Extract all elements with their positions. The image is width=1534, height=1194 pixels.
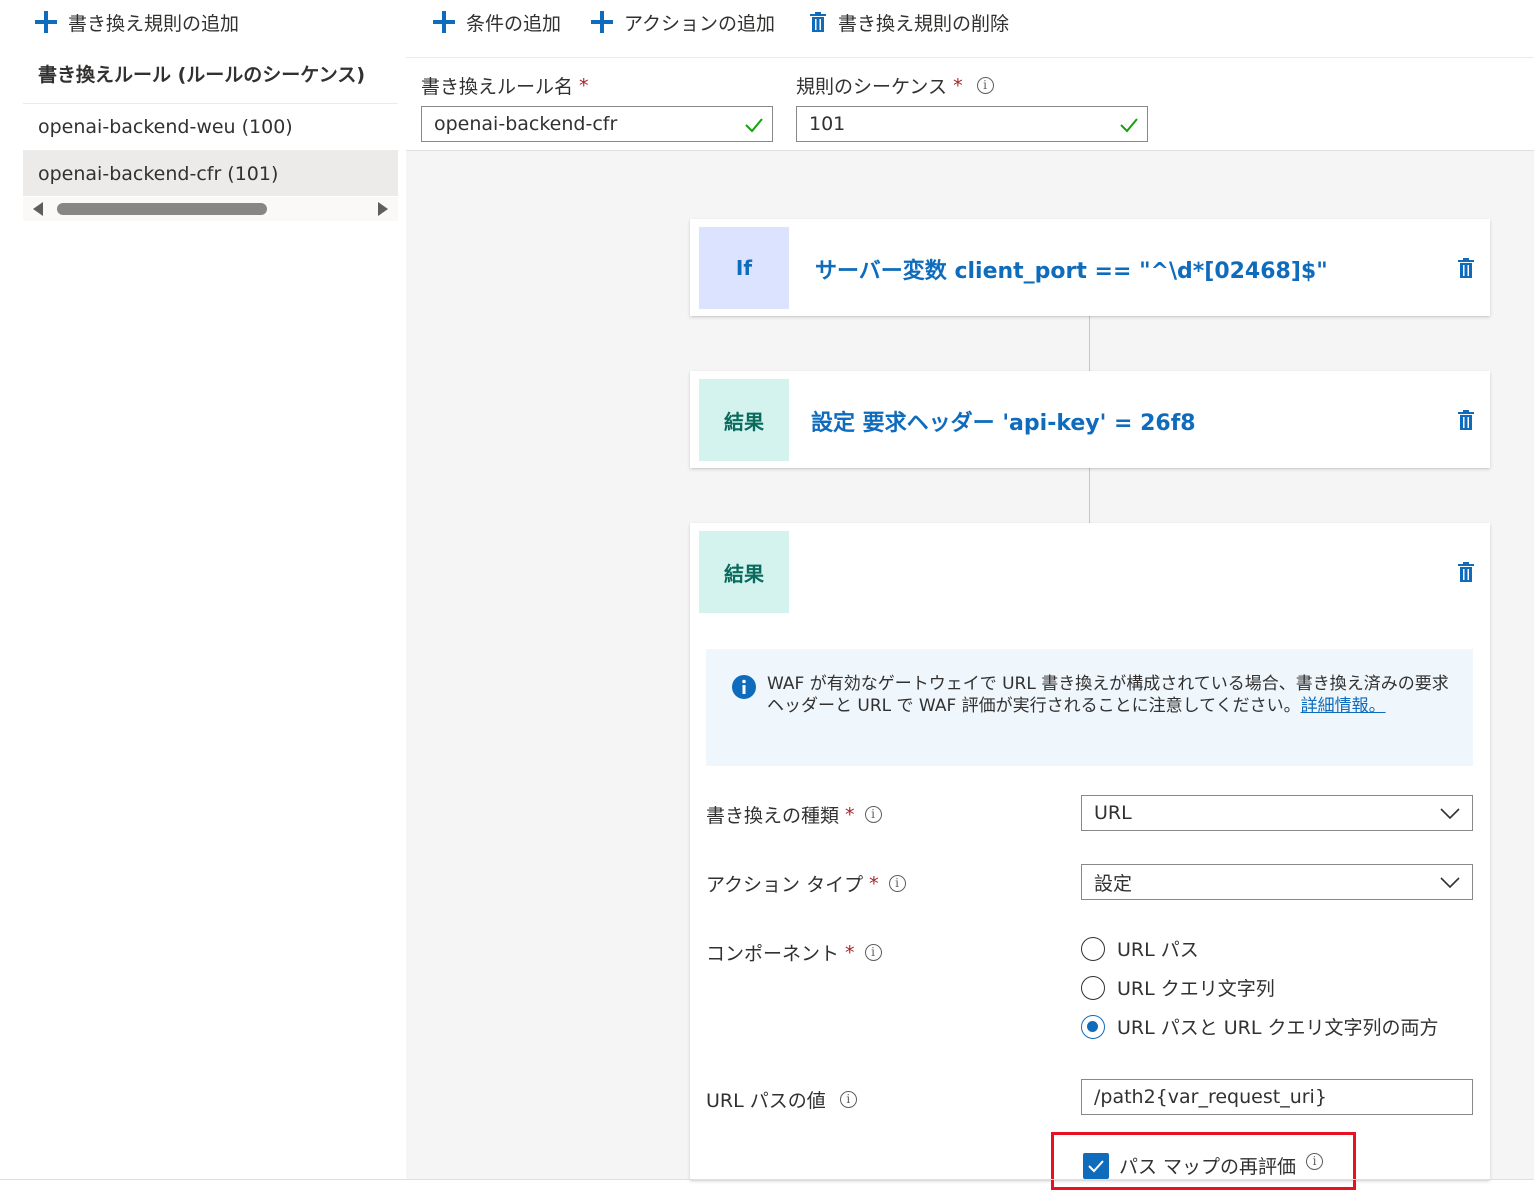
plus-icon [432, 10, 456, 34]
radio-button[interactable] [1081, 936, 1105, 961]
info-icon[interactable]: i [839, 1091, 857, 1108]
action-type-label-text: アクション タイプ [706, 874, 864, 896]
url-path-label-text: URL パスの値 [706, 1090, 826, 1112]
reevaluate-path-map-checkbox-row[interactable]: パス マップの再評価 i [1083, 1152, 1324, 1179]
plus-icon [34, 10, 58, 34]
required-mark: * [953, 74, 963, 97]
required-mark: * [845, 941, 855, 964]
flow-connector [1089, 316, 1090, 371]
checkbox-checked[interactable] [1083, 1152, 1109, 1179]
required-mark: * [579, 74, 589, 97]
rule-item-weu[interactable]: openai-backend-weu (100) [23, 103, 398, 149]
waf-info-text: WAF が有効なゲートウェイで URL 書き換えが構成されている場合、書き換え済… [767, 673, 1457, 717]
rule-name-label-text: 書き換えルール名 [421, 76, 574, 98]
info-icon[interactable]: i [1306, 1153, 1324, 1170]
scroll-left-icon[interactable] [33, 202, 43, 216]
condition-title[interactable]: サーバー変数 client_port == "^\d*[02468]$" [815, 253, 1328, 285]
add-action-button[interactable]: アクションの追加 [590, 8, 775, 36]
component-label-text: コンポーネント [706, 943, 840, 965]
rule-name-input[interactable]: openai-backend-cfr [421, 106, 773, 142]
info-icon[interactable]: i [976, 77, 994, 94]
component-option-url-path[interactable]: URL パス [1081, 935, 1199, 962]
if-badge: If [699, 227, 789, 309]
flow-connector [1089, 468, 1090, 523]
sequence-value: 101 [809, 113, 846, 135]
component-option-query-string[interactable]: URL クエリ文字列 [1081, 974, 1275, 1001]
add-condition-button[interactable]: 条件の追加 [432, 8, 561, 36]
required-mark: * [845, 803, 855, 826]
bottom-divider [0, 1179, 1534, 1180]
waf-info-banner: WAF が有効なゲートウェイで URL 書き換えが構成されている場合、書き換え済… [706, 649, 1473, 766]
radio-label: URL クエリ文字列 [1117, 978, 1275, 1000]
sequence-label: 規則のシーケンス * i [796, 72, 994, 99]
rules-column-header: 書き換えルール (ルールのシーケンス) [38, 64, 366, 86]
rules-list-panel: 書き換え規則の追加 書き換えルール (ルールのシーケンス) openai-bac… [0, 0, 406, 1194]
info-icon[interactable]: i [888, 875, 906, 892]
radio-button[interactable] [1081, 975, 1105, 1000]
info-icon[interactable]: i [864, 806, 882, 823]
chevron-down-icon [1440, 806, 1460, 820]
scrollbar-thumb[interactable] [57, 203, 267, 215]
learn-more-link[interactable]: 詳細情報。 [1301, 696, 1386, 716]
rewrite-type-label: 書き換えの種類 * i [706, 801, 882, 828]
trash-icon[interactable] [1456, 257, 1476, 279]
checkmark-icon [744, 115, 764, 135]
result-card-url: 結果 WAF が有効なゲートウェイで URL 書き換えが構成されている場合、書き… [690, 523, 1490, 1180]
component-label: コンポーネント * i [706, 939, 882, 966]
url-path-input[interactable]: /path2{var_request_uri} [1081, 1079, 1473, 1115]
rule-item-cfr[interactable]: openai-backend-cfr (101) [23, 150, 398, 196]
rewrite-type-value: URL [1094, 802, 1132, 824]
rule-item-label: openai-backend-weu (100) [38, 115, 293, 138]
add-rewrite-rule-button[interactable]: 書き換え規則の追加 [34, 8, 239, 36]
horizontal-scrollbar[interactable] [23, 197, 398, 221]
result-badge: 結果 [699, 379, 789, 461]
checkmark-icon [1119, 115, 1139, 135]
delete-rule-button[interactable]: 書き換え規則の削除 [808, 8, 1009, 36]
radio-label: URL パスと URL クエリ文字列の両方 [1117, 1017, 1439, 1039]
sequence-input[interactable]: 101 [796, 106, 1148, 142]
action-type-label: アクション タイプ * i [706, 870, 906, 897]
component-option-both[interactable]: URL パスと URL クエリ文字列の両方 [1081, 1013, 1439, 1040]
result-card-header[interactable]: 結果 設定 要求ヘッダー 'api-key' = 26f8 [690, 371, 1490, 468]
rule-name-value: openai-backend-cfr [434, 113, 618, 135]
url-path-label: URL パスの値 i [706, 1086, 857, 1113]
reevaluate-label: パス マップの再評価 [1119, 1156, 1297, 1178]
add-rewrite-rule-label: 書き換え規則の追加 [68, 12, 240, 35]
info-filled-icon [732, 675, 756, 699]
rule-name-label: 書き換えルール名 * [421, 72, 589, 99]
required-mark: * [869, 872, 879, 895]
radio-label: URL パス [1117, 939, 1199, 961]
radio-button-selected[interactable] [1081, 1014, 1105, 1039]
delete-rule-label: 書き換え規則の削除 [838, 12, 1010, 35]
trash-icon[interactable] [1456, 409, 1476, 431]
add-condition-label: 条件の追加 [466, 12, 562, 35]
result-badge: 結果 [699, 531, 789, 613]
trash-icon[interactable] [1456, 561, 1476, 583]
action-type-value: 設定 [1094, 872, 1133, 895]
info-icon[interactable]: i [864, 944, 882, 961]
action-type-dropdown[interactable]: 設定 [1081, 864, 1473, 900]
toolbar-divider [406, 57, 1534, 58]
condition-card[interactable]: If サーバー変数 client_port == "^\d*[02468]$" [690, 219, 1490, 316]
rule-item-label: openai-backend-cfr (101) [38, 162, 279, 185]
add-action-label: アクションの追加 [624, 12, 776, 35]
rewrite-type-label-text: 書き換えの種類 [706, 805, 840, 827]
trash-icon [808, 11, 828, 33]
sequence-label-text: 規則のシーケンス [796, 76, 948, 98]
rewrite-type-dropdown[interactable]: URL [1081, 795, 1473, 831]
plus-icon [590, 10, 614, 34]
url-path-value: /path2{var_request_uri} [1094, 1086, 1327, 1108]
scroll-right-icon[interactable] [378, 202, 388, 216]
result-title[interactable]: 設定 要求ヘッダー 'api-key' = 26f8 [811, 405, 1196, 437]
chevron-down-icon [1440, 875, 1460, 889]
